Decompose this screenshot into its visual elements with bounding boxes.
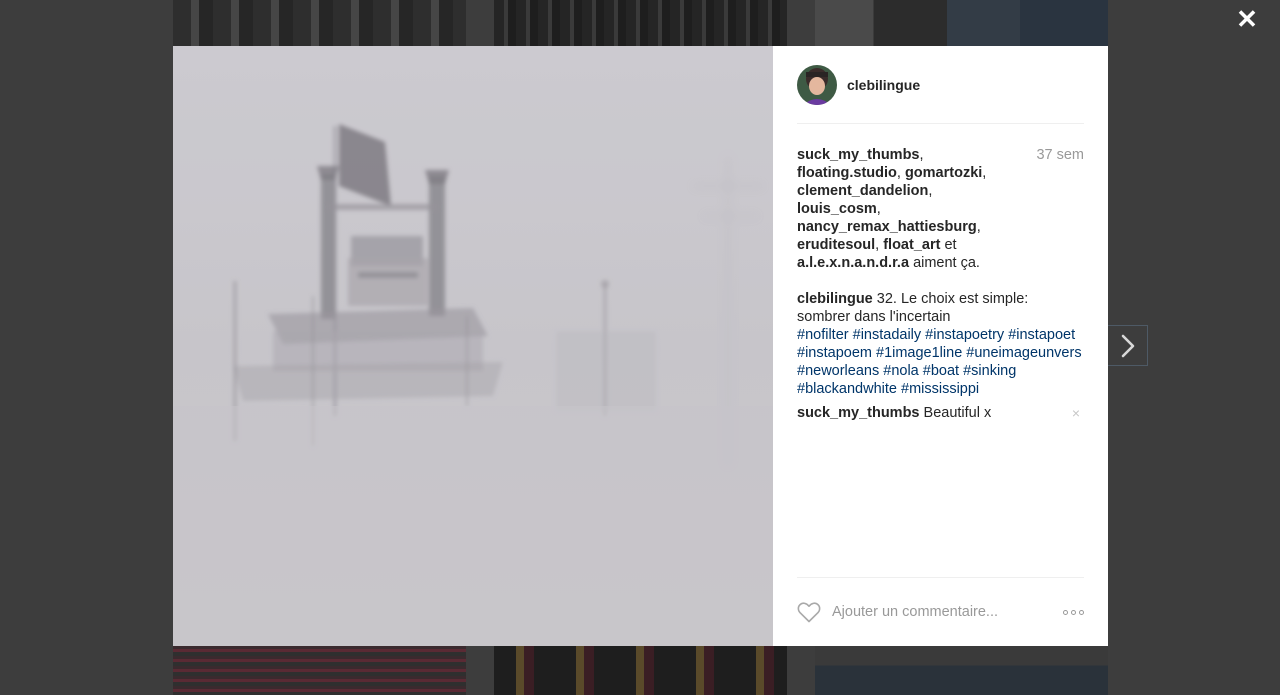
- post-author-username[interactable]: clebilingue: [847, 77, 920, 93]
- background-thumbnail: [494, 0, 787, 46]
- liker-username[interactable]: louis_cosm: [797, 201, 877, 217]
- more-options-icon[interactable]: [1055, 606, 1084, 619]
- hashtag[interactable]: #neworleans: [797, 363, 879, 379]
- background-thumbnail: [815, 646, 1108, 695]
- comment-item: suck_my_thumbs Beautiful x ×: [797, 404, 1084, 422]
- hashtag[interactable]: #1image1line: [876, 345, 962, 361]
- post-modal: clebilingue 37 sem suck_my_thumbs, float…: [173, 46, 1108, 646]
- liker-username[interactable]: gomartozki: [905, 165, 982, 181]
- likes-suffix: aiment ça.: [913, 255, 980, 271]
- liker-username[interactable]: float_art: [883, 237, 940, 253]
- next-post-button[interactable]: [1108, 325, 1148, 366]
- hashtag[interactable]: #uneimageunvers: [966, 345, 1081, 361]
- comment-text: Beautiful x: [923, 405, 992, 421]
- liker-username[interactable]: clement_dandelion: [797, 183, 928, 199]
- hashtag[interactable]: #boat: [923, 363, 959, 379]
- background-thumbnail: [815, 0, 1108, 46]
- post-sidebar: clebilingue 37 sem suck_my_thumbs, float…: [773, 46, 1108, 646]
- liker-username[interactable]: eruditesoul: [797, 237, 875, 253]
- liker-username[interactable]: floating.studio: [797, 165, 897, 181]
- hashtag[interactable]: #instapoet: [1008, 327, 1075, 343]
- background-thumbnail: [173, 0, 466, 46]
- more-dot: [1079, 609, 1084, 615]
- liker-username[interactable]: suck_my_thumbs: [797, 147, 920, 163]
- more-dot: [1071, 609, 1076, 615]
- chevron-right-icon: [1121, 334, 1134, 357]
- hashtag[interactable]: #instapoetry: [925, 327, 1004, 343]
- more-dot: [1063, 609, 1068, 615]
- heart-icon[interactable]: [797, 601, 821, 623]
- comment-username[interactable]: suck_my_thumbs: [797, 405, 920, 421]
- post-photo[interactable]: [173, 46, 773, 646]
- delete-comment-icon[interactable]: ×: [1072, 404, 1080, 422]
- likes-connector: et: [944, 237, 957, 253]
- liker-username[interactable]: a.l.e.x.n.a.n.d.r.a: [797, 255, 909, 271]
- post-header: clebilingue: [797, 46, 1084, 124]
- hashtag[interactable]: #sinking: [963, 363, 1016, 379]
- comment-input[interactable]: [832, 604, 1055, 620]
- caption-username[interactable]: clebilingue: [797, 291, 873, 307]
- avatar[interactable]: [797, 64, 837, 105]
- post-footer: [797, 577, 1084, 646]
- hashtag[interactable]: #instadaily: [853, 327, 922, 343]
- hashtag[interactable]: #instapoem: [797, 345, 872, 361]
- comments-section: 37 sem suck_my_thumbs, floating.studio, …: [797, 124, 1084, 422]
- post-timestamp[interactable]: 37 sem: [1036, 146, 1084, 164]
- hashtag[interactable]: #blackandwhite: [797, 381, 897, 397]
- liker-username[interactable]: nancy_remax_hattiesburg: [797, 219, 977, 235]
- hashtag[interactable]: #mississippi: [901, 381, 979, 397]
- close-icon[interactable]: ✕: [1236, 6, 1258, 32]
- post-caption: clebilingue 32. Le choix est simple: som…: [797, 290, 1084, 398]
- background-thumbnail: [494, 646, 787, 695]
- hashtag[interactable]: #nola: [883, 363, 918, 379]
- hashtag[interactable]: #nofilter: [797, 327, 849, 343]
- likes-list: suck_my_thumbs, floating.studio, gomarto…: [797, 147, 987, 271]
- background-thumbnail: [173, 646, 466, 695]
